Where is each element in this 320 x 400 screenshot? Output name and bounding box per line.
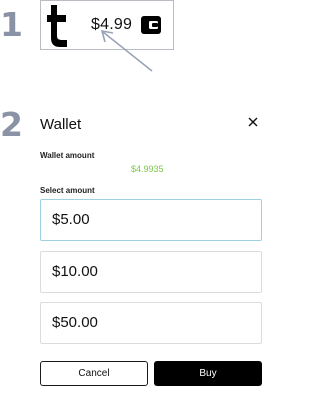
step-number-2: 2 — [0, 105, 23, 144]
amount-option-label: $10.00 — [52, 263, 98, 280]
amount-option-5[interactable]: $5.00 — [40, 199, 262, 241]
arrow-icon — [100, 29, 153, 72]
amount-option-label: $5.00 — [52, 211, 90, 228]
amount-option-50[interactable]: $50.00 — [40, 302, 262, 344]
amount-option-label: $50.00 — [52, 314, 98, 331]
close-icon — [248, 117, 258, 127]
step-number-1: 1 — [0, 5, 23, 44]
wallet-amount-label: Wallet amount — [40, 151, 95, 160]
wallet-amount-value: $4.9935 — [131, 164, 164, 174]
amount-option-10[interactable]: $10.00 — [40, 251, 262, 293]
select-amount-label: Select amount — [40, 186, 95, 195]
modal-title: Wallet — [40, 116, 82, 133]
tumblr-t-logo[interactable] — [46, 3, 72, 47]
close-button[interactable] — [244, 113, 262, 131]
cancel-button[interactable]: Cancel — [40, 361, 148, 386]
buy-button[interactable]: Buy — [154, 361, 262, 386]
